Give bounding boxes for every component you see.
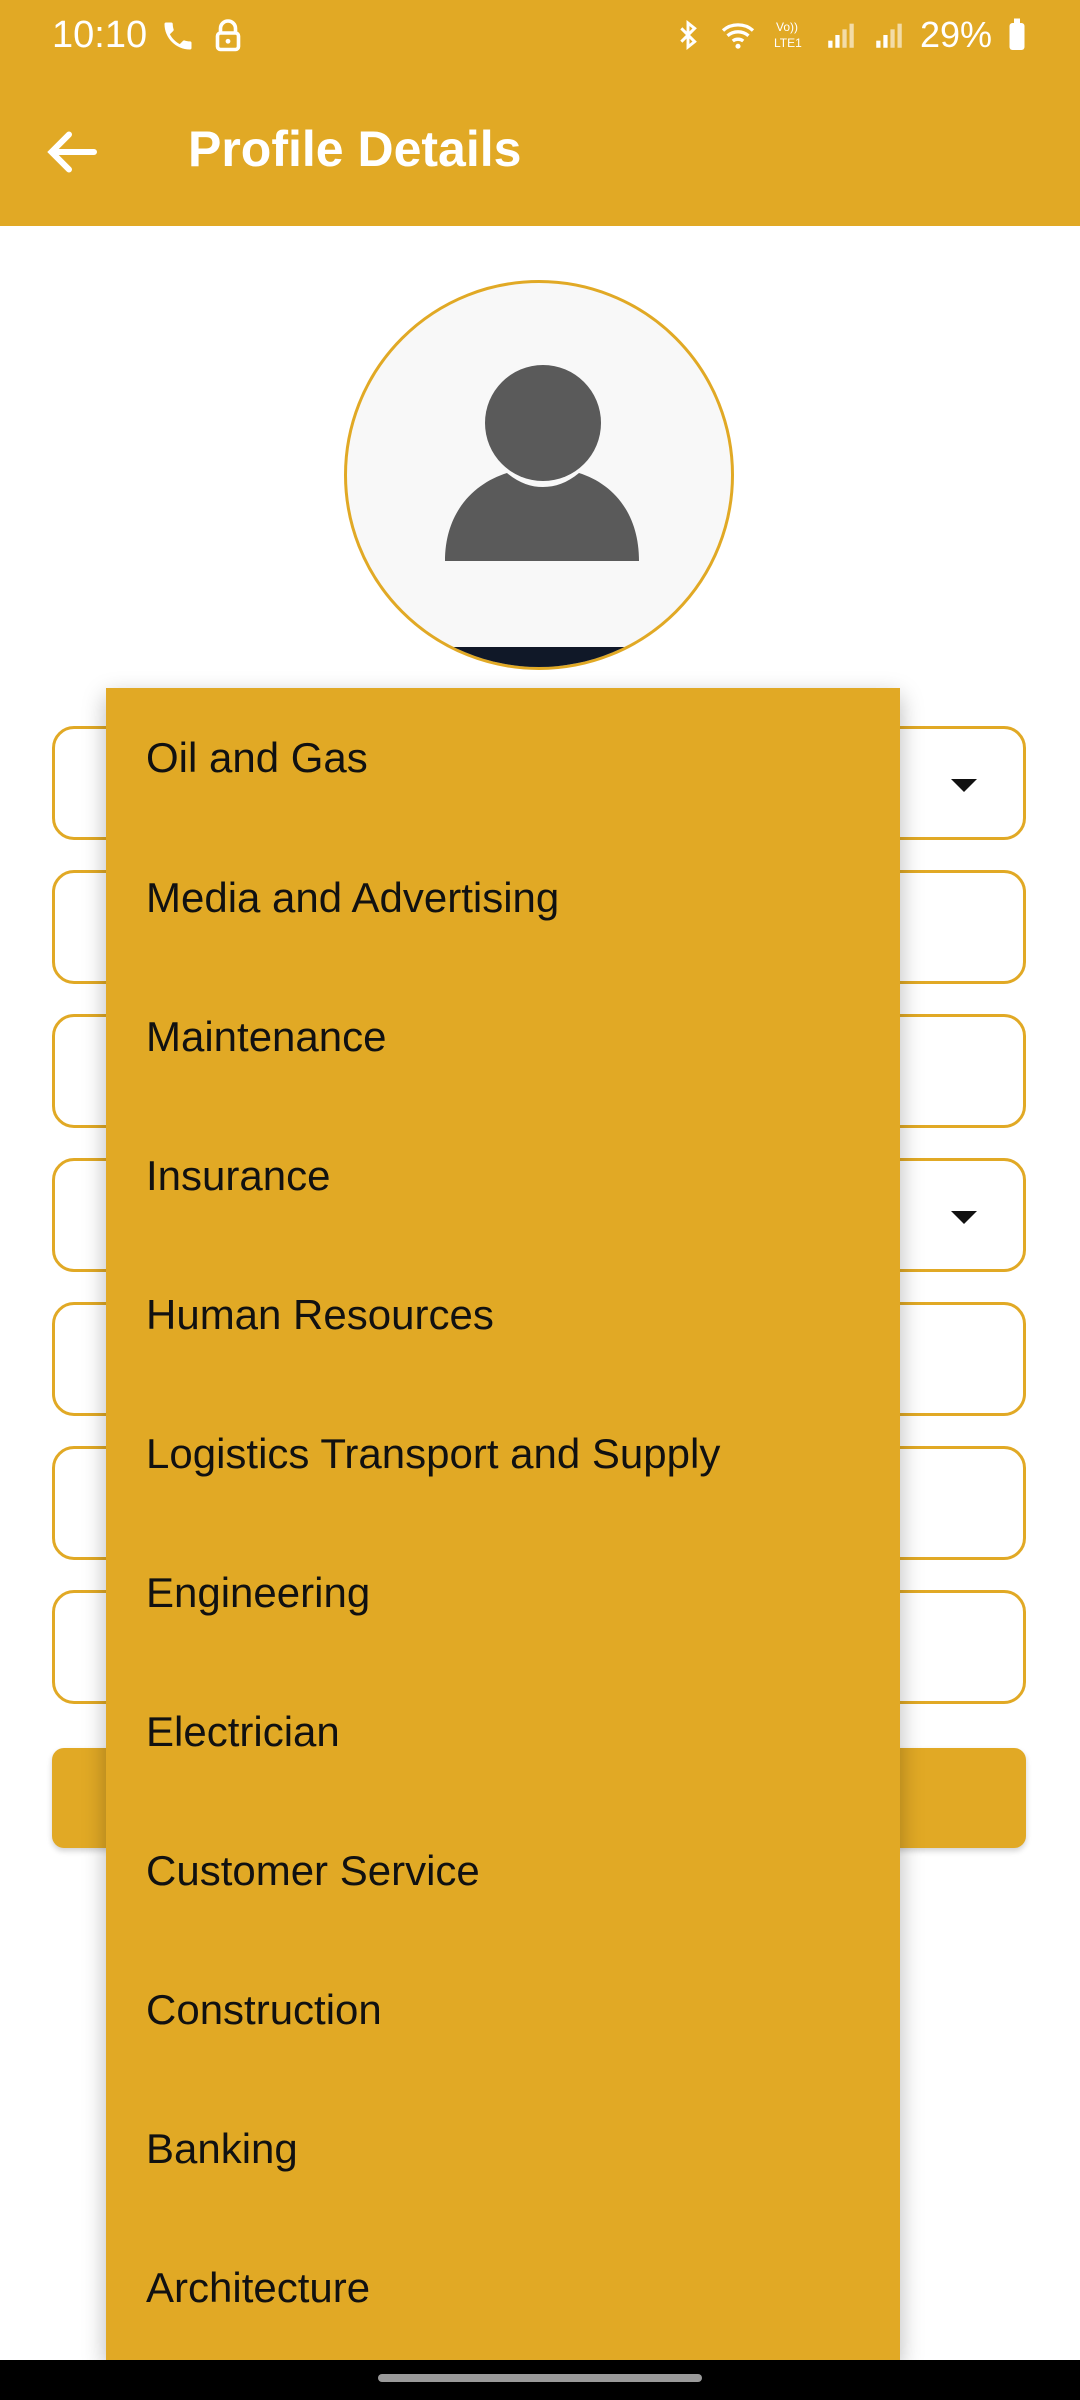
dropdown-arrow-icon-2 (951, 1211, 977, 1224)
battery-icon (1009, 18, 1025, 50)
menu-item[interactable]: Architecture (106, 2218, 900, 2357)
app-bar: Profile Details (0, 76, 1080, 226)
status-right-icons: Vo)) LTE1 29% (672, 14, 1028, 56)
signal-icon (828, 23, 854, 48)
bluetooth-icon (680, 19, 697, 51)
menu-item[interactable]: Insurance (106, 1106, 900, 1245)
wifi-icon (721, 23, 755, 49)
arrow-left-icon (47, 131, 97, 173)
menu-item[interactable]: Banking (106, 2079, 900, 2218)
menu-item[interactable]: Human Resources (106, 1245, 900, 1384)
industry-dropdown-menu: Oil and Gas Media and Advertising Mainte… (106, 688, 900, 2360)
back-button[interactable] (44, 122, 104, 182)
profile-avatar[interactable] (344, 280, 734, 670)
menu-item[interactable]: Engineering (106, 1523, 900, 1662)
phone-icon (164, 22, 192, 50)
menu-item[interactable]: Customer Service (106, 1801, 900, 1940)
dropdown-arrow-icon (951, 779, 977, 792)
menu-item[interactable]: Construction (106, 1940, 900, 2079)
home-gesture-handle[interactable] (378, 2374, 702, 2382)
lock-icon (215, 19, 241, 52)
volte-icon: Vo)) LTE1 (774, 20, 802, 50)
menu-item[interactable]: Oil and Gas (106, 688, 900, 828)
status-left-icons (160, 18, 246, 54)
signal-icon-2 (876, 23, 902, 48)
svg-text:LTE1: LTE1 (774, 36, 802, 50)
user-icon (445, 365, 639, 561)
page-title: Profile Details (188, 121, 522, 177)
battery-percent: 29% (919, 14, 992, 55)
status-bar: 10:10 Vo)) LTE1 29% (0, 0, 1080, 76)
menu-item[interactable]: Maintenance (106, 967, 900, 1106)
avatar-edit-bar[interactable] (347, 647, 731, 667)
system-nav-bar (0, 2360, 1080, 2400)
menu-item[interactable]: Logistics Transport and Supply (106, 1384, 900, 1523)
status-time: 10:10 (52, 14, 148, 56)
svg-text:Vo)): Vo)) (776, 20, 798, 34)
menu-item[interactable]: Electrician (106, 1662, 900, 1801)
menu-item[interactable]: Media and Advertising (106, 828, 900, 967)
